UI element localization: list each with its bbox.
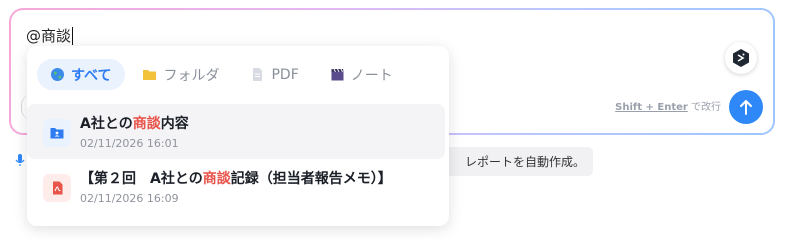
clapperboard-icon bbox=[330, 67, 345, 82]
text-caret bbox=[72, 26, 74, 45]
agent-button[interactable] bbox=[725, 42, 757, 74]
result-title: A社との商談内容 bbox=[80, 113, 189, 133]
message-input[interactable]: @商談 bbox=[26, 25, 74, 46]
microphone-icon[interactable] bbox=[14, 152, 26, 171]
send-button[interactable] bbox=[729, 90, 763, 124]
pdf-file-icon bbox=[43, 174, 71, 202]
result-item-folder[interactable]: A社との商談内容 02/11/2026 16:01 bbox=[27, 104, 445, 159]
title-text: A社との bbox=[80, 116, 133, 132]
title-text: 記録（担当者報告メモ）】 bbox=[230, 171, 392, 187]
title-highlight: 商談 bbox=[202, 171, 231, 187]
title-text: 内容 bbox=[160, 116, 189, 132]
tab-all[interactable]: すべて bbox=[37, 59, 126, 90]
tab-label: フォルダ bbox=[163, 67, 220, 84]
title-text: 【第２回 A社との bbox=[80, 171, 203, 187]
shortcut-text: Shift + Enter bbox=[615, 102, 688, 113]
result-title: 【第２回 A社との商談記録（担当者報告メモ）】 bbox=[80, 168, 392, 188]
suggestion-chip-label: レポートを自動作成。 bbox=[464, 155, 585, 169]
tab-label: すべて bbox=[71, 67, 112, 84]
filter-tabs: すべて フォルダ PDF ノート bbox=[37, 59, 407, 90]
tab-label: ノート bbox=[350, 67, 393, 84]
result-date: 02/11/2026 16:01 bbox=[80, 137, 179, 150]
arrow-up-icon bbox=[740, 100, 752, 115]
folder-icon bbox=[142, 67, 157, 82]
globe-icon bbox=[50, 67, 65, 82]
message-input-value: @商談 bbox=[26, 27, 72, 45]
hint-suffix: で改行 bbox=[691, 102, 721, 113]
tab-note[interactable]: ノート bbox=[317, 59, 407, 90]
tab-pdf[interactable]: PDF bbox=[237, 59, 312, 90]
mention-popover: すべて フォルダ PDF ノート A社との商談内容 02/11/2026 16:… bbox=[27, 46, 449, 226]
result-date: 02/11/2026 16:09 bbox=[80, 192, 179, 205]
title-highlight: 商談 bbox=[132, 116, 161, 132]
tab-folder[interactable]: フォルダ bbox=[129, 59, 233, 90]
tab-label: PDF bbox=[271, 66, 299, 83]
pdf-file-icon bbox=[250, 67, 265, 82]
suggestion-chip[interactable]: レポートを自動作成。 bbox=[436, 147, 593, 176]
agent-logo-icon bbox=[733, 49, 749, 67]
result-item-pdf[interactable]: 【第２回 A社との商談記録（担当者報告メモ）】 02/11/2026 16:09 bbox=[27, 159, 445, 214]
newline-hint: Shift + Enter で改行 bbox=[615, 98, 721, 113]
shared-folder-icon bbox=[43, 119, 71, 147]
